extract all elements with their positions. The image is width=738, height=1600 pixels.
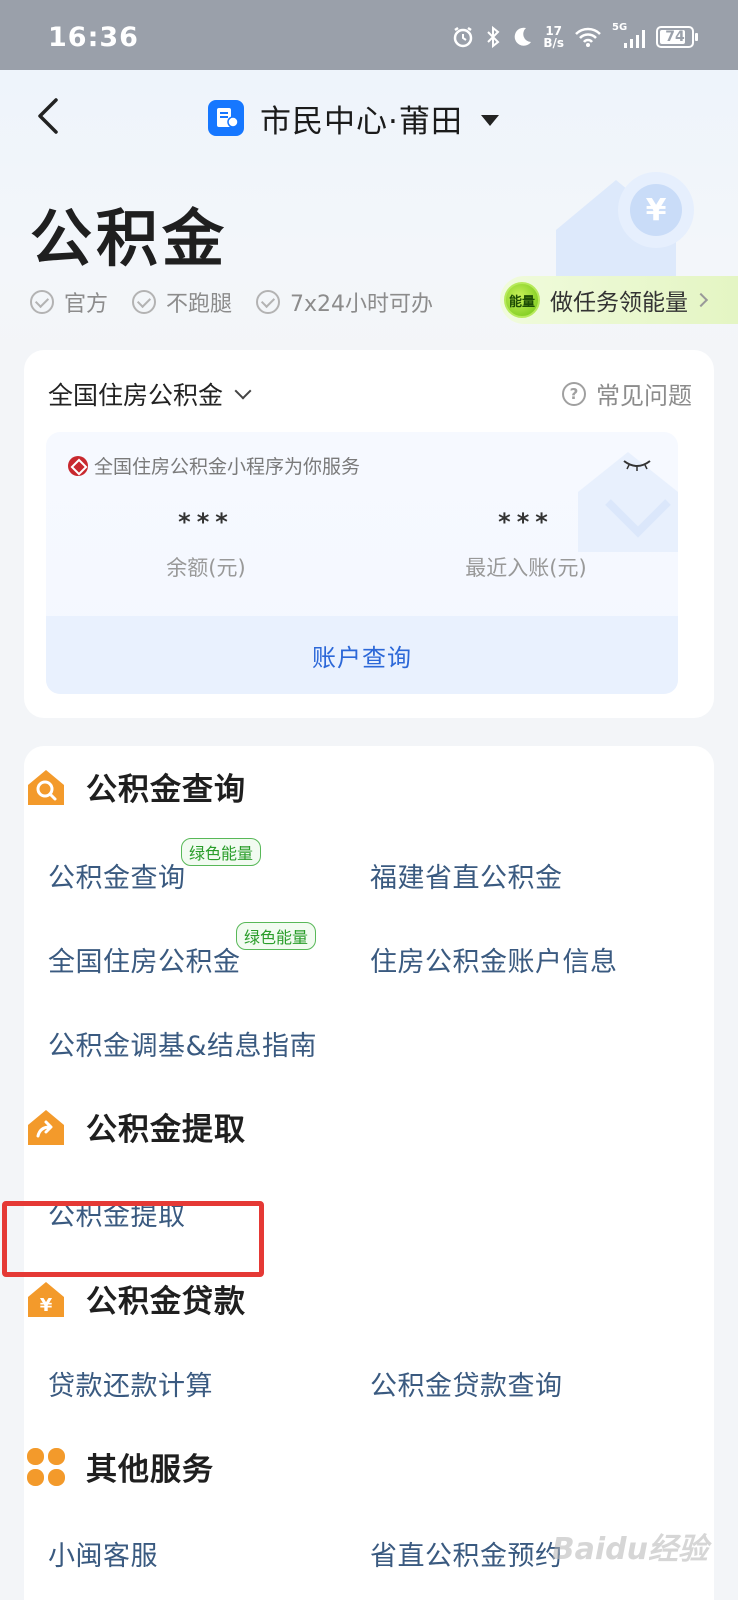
house-search-icon	[28, 769, 64, 805]
section-withdraw-header: 公积金提取	[24, 1104, 246, 1149]
link-fujian-provincial-fund[interactable]: 福建省直公积金	[370, 856, 563, 895]
energy-badge-icon: 能量	[504, 282, 540, 318]
feature-tag: 不跑腿	[132, 286, 232, 318]
wifi-icon	[575, 27, 601, 47]
chevron-right-icon	[693, 292, 709, 308]
net-speed: 17 B/s	[543, 24, 564, 50]
status-time: 16:36	[48, 22, 139, 53]
check-circle-icon	[30, 290, 54, 314]
recent-deposit-label: 最近入账(元)	[465, 556, 587, 580]
recent-deposit-value: ***	[498, 508, 554, 536]
section-other-title: 其他服务	[86, 1452, 214, 1488]
feature-tag: 7x24小时可办	[256, 286, 433, 318]
signal-icon	[624, 30, 645, 48]
link-loan-repayment-calculator[interactable]: 贷款还款计算	[48, 1364, 213, 1403]
four-petal-grid-icon	[27, 1447, 65, 1486]
section-other-header: 其他服务	[24, 1444, 214, 1489]
provider-line: 全国住房公积金小程序为你服务	[68, 452, 360, 479]
link-base-adjustment-guide[interactable]: 公积金调基&结息指南	[48, 1024, 317, 1063]
alarm-icon	[454, 26, 473, 48]
energy-task-label: 做任务领能量	[550, 290, 688, 316]
green-energy-tag: 绿色能量	[236, 922, 317, 950]
link-fund-loan-query[interactable]: 公积金贷款查询	[370, 1364, 563, 1403]
bluetooth-icon	[487, 25, 500, 49]
section-withdraw-title: 公积金提取	[86, 1112, 246, 1148]
section-loan-title: 公积金贷款	[86, 1284, 246, 1320]
balance-label: 余额(元)	[166, 556, 246, 580]
section-query-header: 公积金查询	[24, 764, 246, 809]
recent-deposit-stat: *** 最近入账(元)	[376, 508, 676, 582]
nav-bar: 市民中心·莆田	[0, 70, 738, 166]
chevron-down-icon	[234, 382, 252, 400]
account-query-button[interactable]: 账户查询	[46, 616, 678, 694]
green-energy-tag: 绿色能量	[181, 838, 262, 866]
link-provincial-fund-appointment[interactable]: 省直公积金预约	[370, 1534, 563, 1573]
check-circle-icon	[256, 290, 281, 314]
svg-text:¥: ¥	[646, 193, 667, 228]
moon-icon	[515, 27, 532, 46]
cellular-signal: 5G	[612, 22, 646, 48]
highlight-box	[2, 1201, 264, 1277]
battery-icon: 74	[656, 26, 698, 48]
balance-panel: 全国住房公积金小程序为你服务 *** 余额(元) *** 最近入账(元) 账户查…	[46, 432, 678, 694]
back-arrow-icon[interactable]	[28, 94, 72, 138]
section-loan-header: ¥ 公积金贷款	[24, 1276, 246, 1321]
link-fund-account-info[interactable]: 住房公积金账户信息	[370, 940, 618, 979]
feature-tag: 官方	[30, 286, 108, 318]
citizen-center-logo-icon	[208, 100, 244, 136]
scope-selector[interactable]: 全国住房公积金	[48, 376, 252, 412]
feature-tags: 官方 不跑腿 7x24小时可办	[30, 286, 433, 318]
eye-closed-icon[interactable]	[622, 458, 652, 472]
check-circle-icon	[132, 290, 157, 314]
link-xiaomin-customer-service[interactable]: 小闽客服	[48, 1534, 158, 1573]
energy-task-button[interactable]: 能量 做任务领能量	[500, 276, 738, 324]
caret-down-icon	[480, 114, 499, 126]
question-icon: ?	[562, 381, 586, 406]
watermark: Baidu经验	[551, 1532, 708, 1567]
account-card: 全国住房公积金 ? 常见问题 全国住房公积金小程序为你服务 *** 余额(元) …	[24, 350, 714, 718]
balance-value: ***	[178, 508, 234, 536]
house-yuan-icon: ¥	[28, 1281, 64, 1317]
housing-fund-logo-icon	[68, 455, 88, 476]
link-national-housing-fund[interactable]: 全国住房公积金	[48, 940, 241, 979]
section-query-title: 公积金查询	[86, 772, 246, 808]
status-bar: 16:36 17 B/s 5G 74	[0, 0, 738, 70]
faq-link[interactable]: ? 常见问题	[562, 376, 692, 411]
city-switcher[interactable]: 市民中心·莆田	[208, 94, 499, 142]
svg-text:¥: ¥	[40, 1295, 53, 1316]
city-name: 市民中心·莆田	[260, 103, 463, 140]
balance-stat: *** 余额(元)	[56, 508, 356, 582]
page-title: 公积金	[30, 202, 229, 275]
link-housing-fund-query[interactable]: 公积金查询	[48, 856, 186, 895]
house-arrow-icon	[28, 1109, 64, 1145]
status-icons: 17 B/s 5G 74	[451, 22, 698, 52]
